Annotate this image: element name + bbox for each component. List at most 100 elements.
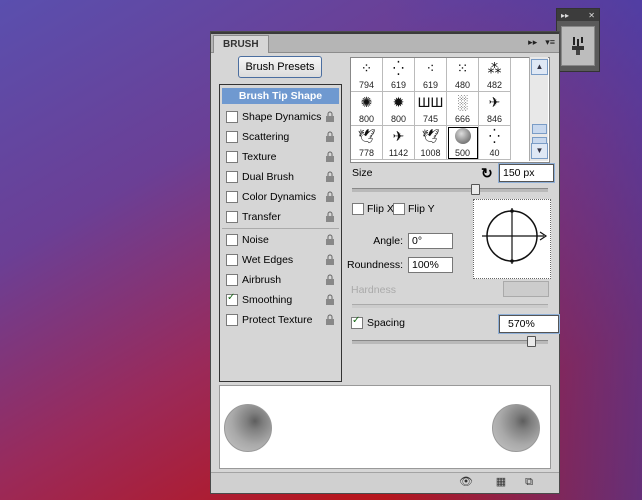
list-item-color-dynamics[interactable]: Color Dynamics [222,187,339,207]
brush-panel-toggle-button[interactable] [561,26,595,66]
list-item-label: Shape Dynamics [242,111,322,123]
brush-tip-cell[interactable]: ⁖ 619 [415,58,447,92]
checkbox[interactable] [226,274,238,286]
brush-tip-cell[interactable]: 🕊 778 [351,126,383,160]
brush-tip-cell-selected[interactable]: 500 [447,126,479,160]
brush-tip-cell[interactable]: ✈ 1142 [383,126,415,160]
list-item-dual-brush[interactable]: Dual Brush [222,167,339,187]
flip-x-control[interactable]: Flip X [352,203,394,215]
list-item-label: Dual Brush [242,171,294,183]
flip-y-checkbox[interactable] [393,203,405,215]
lock-icon[interactable] [325,314,335,326]
brush-tip-cell[interactable]: ✺ 800 [351,92,383,126]
brush-tip-cell[interactable]: ⁛ 40 [479,126,511,160]
brush-panel: BRUSH ▸▸ ▾≡ Brush Presets Brush Tip Shap… [210,31,560,494]
brush-size-label: 745 [422,114,439,124]
checkbox[interactable] [226,171,238,183]
checkbox[interactable] [226,111,238,123]
lock-icon[interactable] [325,171,335,183]
checkbox[interactable] [226,314,238,326]
splatter-brush-icon: ✺ [360,94,373,110]
list-item-scattering[interactable]: Scattering [222,127,339,147]
lock-icon[interactable] [325,151,335,163]
angle-input[interactable]: 0° [408,233,453,249]
panel-bottom-bar: 👁 ▦ ⧉ [211,472,559,493]
list-item-label: Protect Texture [242,314,313,326]
list-item-wet-edges[interactable]: Wet Edges [222,250,339,270]
brush-size-label: 800 [390,114,407,124]
size-slider-handle[interactable] [471,184,480,195]
checkbox[interactable] [226,151,238,163]
spacing-slider[interactable] [352,340,548,344]
brush-tip-cell[interactable]: ░ 666 [447,92,479,126]
lock-icon[interactable] [325,274,335,286]
new-brush-icon[interactable]: ⧉ [522,476,536,489]
checkbox[interactable] [226,254,238,266]
expand-panels-icon[interactable]: ▸▸ [561,11,569,20]
spacing-input[interactable]: 570% [499,315,559,333]
toggle-live-tip-icon[interactable]: 👁 [459,476,473,489]
hardness-input-disabled [503,281,549,297]
lock-icon[interactable] [325,234,335,246]
brush-tip-cell[interactable]: ✈ 846 [479,92,511,126]
checkbox[interactable] [226,191,238,203]
list-item-label: Smoothing [242,294,293,306]
lock-icon[interactable] [325,211,335,223]
hardness-slider-disabled [352,304,548,308]
checkbox[interactable] [226,211,238,223]
tab-brush[interactable]: BRUSH [213,35,269,53]
list-item-smoothing[interactable]: Smoothing [222,290,339,310]
list-item-texture[interactable]: Texture [222,147,339,167]
lock-icon[interactable] [325,111,335,123]
brush-tip-cell[interactable]: ⁙ 480 [447,58,479,92]
list-item-noise[interactable]: Noise [222,230,339,250]
scroll-thumb[interactable] [532,124,547,134]
brush-tip-cell[interactable]: 🕊 1008 [415,126,447,160]
list-item-label: Transfer [242,211,281,223]
list-item-label: Scattering [242,131,290,143]
list-item-protect-texture[interactable]: Protect Texture [222,310,339,330]
panel-controls: ▸▸ ▾≡ [528,37,555,48]
spacing-control[interactable]: Spacing [351,315,405,329]
brush-tip-shape-item[interactable]: Brush Tip Shape [222,88,339,104]
brush-tip-cell[interactable]: ⁛ 619 [383,58,415,92]
list-item-shape-dynamics[interactable]: Shape Dynamics [222,107,339,127]
spacing-label: Spacing [367,317,405,329]
brush-presets-button[interactable]: Brush Presets [238,56,322,78]
panel-menu-icon[interactable]: ▾≡ [545,37,555,48]
scroll-down-arrow-icon[interactable]: ▼ [531,143,548,159]
roundness-input[interactable]: 100% [408,257,453,273]
brush-grid-scrollbar[interactable]: ▲ ▼ [529,57,548,161]
list-item-airbrush[interactable]: Airbrush [222,270,339,290]
list-item-transfer[interactable]: Transfer [222,207,339,227]
lock-icon[interactable] [325,294,335,306]
brush-size-label: 500 [454,148,471,158]
scatter-brush-icon: ⁂ [487,60,502,76]
brush-tip-cell[interactable]: ⁘ 794 [351,58,383,92]
spacing-slider-handle[interactable] [527,336,536,347]
grid-icon[interactable]: ▦ [494,476,508,489]
spacing-checkbox-checked[interactable] [351,315,363,329]
flip-x-checkbox[interactable] [352,203,364,215]
roundness-label: Roundness: [347,259,404,271]
checkbox-checked[interactable] [226,292,238,306]
checkbox[interactable] [226,131,238,143]
checkbox[interactable] [226,234,238,246]
close-icon[interactable]: ✕ [588,11,595,20]
dock-header: ▸▸ ✕ [557,9,599,21]
lock-icon[interactable] [325,131,335,143]
scroll-up-arrow-icon[interactable]: ▲ [531,59,548,75]
brush-tip-cell[interactable]: ✹ 800 [383,92,415,126]
brush-tip-cell[interactable]: ⁂ 482 [479,58,511,92]
flip-y-control[interactable]: Flip Y [393,203,435,215]
collapse-icon[interactable]: ▸▸ [528,37,537,48]
angle-roundness-preview[interactable] [473,199,551,279]
brush-tip-grid: ⁘ 794 ⁛ 619 ⁖ 619 ⁙ 480 ⁂ 482 ✺ 800 ✹ 800 ШШ 745… [350,57,550,163]
size-input[interactable]: 150 px [499,164,554,182]
reset-size-icon[interactable]: ↻ [481,165,493,182]
lock-icon[interactable] [325,254,335,266]
brush-size-label: 794 [358,80,375,90]
brush-tip-cell[interactable]: ШШ 745 [415,92,447,126]
size-slider[interactable] [352,188,548,192]
lock-icon[interactable] [325,191,335,203]
